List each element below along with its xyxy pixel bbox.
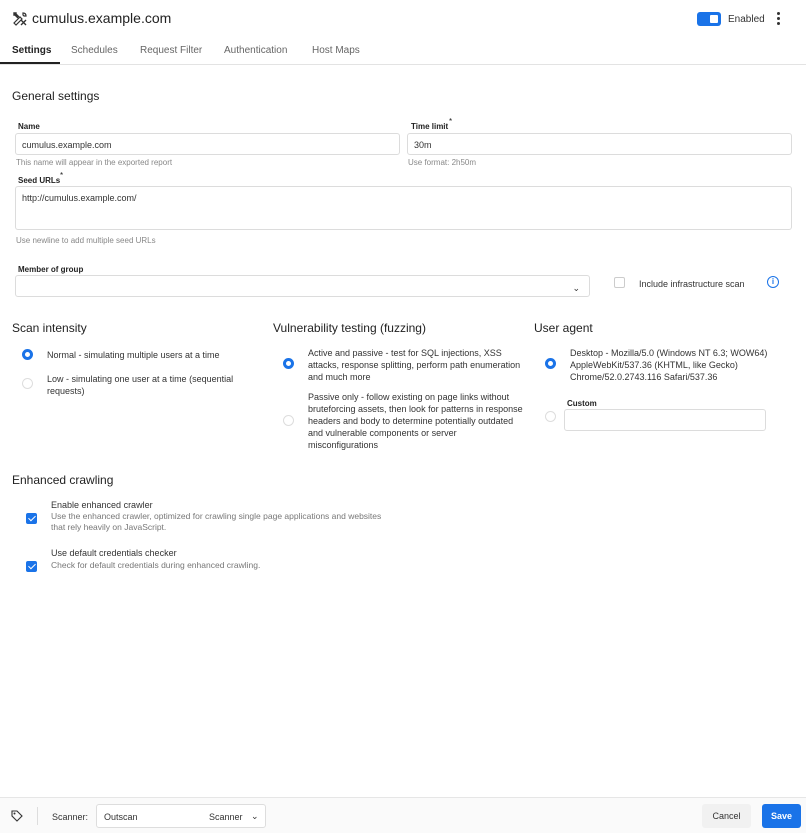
scan-intensity-title: Scan intensity <box>12 321 87 335</box>
save-button[interactable]: Save <box>762 804 801 828</box>
fuzzing-passive-only-radio[interactable] <box>283 415 294 426</box>
time-limit-required-mark: * <box>449 117 453 126</box>
enhanced-crawling-title: Enhanced crawling <box>12 473 114 487</box>
fuzzing-active-passive-label: Active and passive - test for SQL inject… <box>308 348 521 382</box>
seed-urls-hint: Use newline to add multiple seed URLs <box>16 236 156 245</box>
cancel-button[interactable]: Cancel <box>702 804 751 828</box>
scanner-select[interactable]: Outscan Scanner ⌄ <box>96 804 266 828</box>
seed-urls-textarea[interactable]: http://cumulus.example.com/ <box>15 186 792 230</box>
scan-intensity-normal-label: Normal - simulating multiple users at a … <box>47 350 220 360</box>
fuzzing-active-passive-radio[interactable] <box>283 358 294 369</box>
fuzzing-title: Vulnerability testing (fuzzing) <box>273 321 426 335</box>
enabled-label: Enabled <box>728 14 765 25</box>
scanner-value: Outscan <box>104 812 138 822</box>
tag-icon[interactable] <box>11 810 23 822</box>
default-credentials-desc: Check for default credentials during enh… <box>51 560 261 570</box>
enabled-toggle[interactable] <box>697 12 721 26</box>
scanner-type: Scanner <box>209 812 243 822</box>
footer-bar: Scanner: Outscan Scanner ⌄ Cancel Save <box>0 797 806 833</box>
tab-bar: Settings Schedules Request Filter Authen… <box>0 38 806 65</box>
seed-urls-required-mark: * <box>60 171 64 180</box>
tab-request-filter[interactable]: Request Filter <box>140 45 202 56</box>
time-limit-input[interactable]: 30m <box>407 133 792 155</box>
time-limit-hint: Use format: 2h50m <box>408 158 477 167</box>
general-settings-title: General settings <box>12 89 100 103</box>
user-agent-custom-input[interactable] <box>564 409 766 431</box>
name-hint: This name will appear in the exported re… <box>16 158 173 167</box>
active-tab-indicator <box>0 62 60 64</box>
tab-settings[interactable]: Settings <box>12 45 51 56</box>
scanner-label: Scanner: <box>52 812 89 822</box>
tab-schedules[interactable]: Schedules <box>71 45 118 56</box>
scan-intensity-normal-radio[interactable] <box>22 349 33 360</box>
tools-icon <box>13 12 27 26</box>
tab-host-maps[interactable]: Host Maps <box>312 45 360 56</box>
name-input[interactable]: cumulus.example.com <box>15 133 400 155</box>
seed-urls-label: Seed URLs <box>18 176 61 185</box>
include-infrastructure-label: Include infrastructure scan <box>639 279 745 289</box>
scan-intensity-low-radio[interactable] <box>22 378 33 389</box>
scan-intensity-low-label: Low - simulating one user at a time (seq… <box>47 374 234 396</box>
name-label: Name <box>18 122 40 131</box>
user-agent-custom-radio[interactable] <box>545 411 556 422</box>
enhanced-crawler-checkbox[interactable] <box>26 513 37 524</box>
include-infrastructure-checkbox[interactable] <box>614 277 625 288</box>
user-agent-desktop-radio[interactable] <box>545 358 556 369</box>
more-options-icon[interactable] <box>773 11 783 27</box>
info-icon[interactable]: i <box>767 276 779 288</box>
user-agent-custom-label: Custom <box>567 399 597 408</box>
enhanced-crawler-desc: Use the enhanced crawler, optimized for … <box>51 511 382 532</box>
member-of-group-label: Member of group <box>18 265 84 274</box>
header: cumulus.example.com Enabled <box>0 0 806 38</box>
user-agent-title: User agent <box>534 321 593 335</box>
member-of-group-select[interactable]: ⌄ <box>15 275 590 297</box>
default-credentials-label: Use default credentials checker <box>51 548 177 558</box>
site-title: cumulus.example.com <box>32 10 172 26</box>
time-limit-label: Time limit <box>411 122 449 131</box>
tab-authentication[interactable]: Authentication <box>224 45 287 56</box>
chevron-down-icon: ⌄ <box>251 811 259 821</box>
default-credentials-checkbox[interactable] <box>26 561 37 572</box>
enhanced-crawler-label: Enable enhanced crawler <box>51 500 153 510</box>
chevron-down-icon: ⌄ <box>572 283 580 293</box>
user-agent-desktop-label: Desktop - Mozilla/5.0 (Windows NT 6.3; W… <box>570 348 768 382</box>
fuzzing-passive-only-label: Passive only - follow existing on page l… <box>308 392 523 450</box>
footer-divider <box>37 807 38 825</box>
